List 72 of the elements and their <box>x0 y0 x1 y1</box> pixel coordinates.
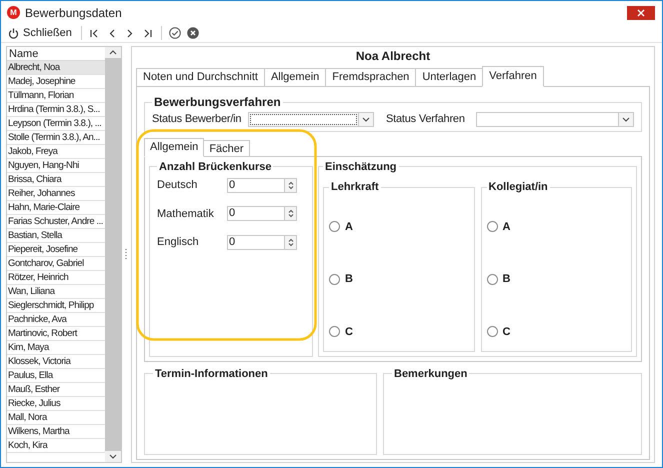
radio-option[interactable]: A <box>329 218 468 235</box>
list-row[interactable]: Klossek, Victoria <box>7 355 105 369</box>
power-icon <box>8 28 19 38</box>
list-row[interactable]: Rötzer, Heinrich <box>7 271 105 285</box>
up-down-icon <box>288 238 294 247</box>
radio-option[interactable]: C <box>486 324 626 340</box>
rating-group: Lehrkraft A B C <box>323 179 474 352</box>
list-row[interactable]: Jakob, Freya <box>7 145 105 159</box>
list-row[interactable]: Nguyen, Hang-Nhi <box>7 159 105 173</box>
cancel-icon[interactable] <box>186 27 199 39</box>
app-logo: M <box>7 6 20 19</box>
list-row[interactable]: Farias Schuster, Andre ... <box>7 215 105 229</box>
field-label: Status Bewerber/in <box>152 112 242 127</box>
last-record-icon[interactable] <box>142 28 152 38</box>
radio-option[interactable]: A <box>486 218 626 235</box>
close-icon <box>637 8 645 16</box>
field-label: Deutsch <box>157 178 198 193</box>
list-row[interactable]: Kim, Maya <box>7 341 105 355</box>
list-row[interactable]: Madej, Josephine <box>7 75 105 89</box>
confirm-icon[interactable] <box>168 27 181 39</box>
list-row[interactable]: Gontcharov, Gabriel <box>7 257 105 271</box>
list-row[interactable]: Hrdina (Termin 3.8.), S... <box>7 103 105 117</box>
up-down-icon <box>288 180 294 190</box>
splitter-handle-icon[interactable] <box>125 249 128 260</box>
dropdown-field[interactable] <box>476 112 634 127</box>
number-spinner[interactable]: 0 <box>227 206 297 222</box>
tab[interactable]: Noten und Durchschnitt <box>136 68 265 87</box>
subtab[interactable]: Fächer <box>203 140 250 156</box>
list-row[interactable]: Albrecht, Noa <box>7 61 105 75</box>
up-down-icon <box>288 209 294 218</box>
chevron-down-icon <box>362 116 370 122</box>
window-title: Bewerbungsdaten <box>25 4 122 22</box>
list-row[interactable]: Stolle (Termin 3.8.), An... <box>7 131 105 145</box>
list-row[interactable]: Mall, Nora <box>7 411 105 425</box>
list-row[interactable]: Koch, Kira <box>7 439 105 453</box>
dropdown-field[interactable] <box>248 112 374 127</box>
scrollbar-thumb[interactable] <box>104 58 121 451</box>
field-label: Englisch <box>157 235 200 250</box>
radio-option[interactable]: C <box>329 324 468 340</box>
close-button[interactable] <box>627 6 655 20</box>
list-row[interactable]: Paulus, Ella <box>7 369 105 383</box>
close-toolbar-button[interactable]: Schließen <box>8 24 77 42</box>
list-row[interactable]: Mauß, Esther <box>7 383 105 397</box>
field-label: Mathematik <box>157 206 215 222</box>
list-row[interactable]: Piepereit, Josefine <box>7 243 105 257</box>
record-heading: Noa Albrecht <box>354 48 432 65</box>
tab[interactable]: Verfahren <box>482 66 544 87</box>
list-row[interactable]: Bastian, Stella <box>7 229 105 243</box>
list-row[interactable]: Brissa, Chiara <box>7 173 105 187</box>
radio-option[interactable]: B <box>486 271 626 288</box>
subtab[interactable]: Allgemein <box>144 138 204 156</box>
list-row[interactable]: Pachnicke, Ava <box>7 313 105 327</box>
first-record-icon[interactable] <box>90 28 99 38</box>
chevron-down-icon <box>622 116 630 122</box>
scroll-down-icon[interactable] <box>108 454 117 459</box>
list-row[interactable]: Tüllmann, Florian <box>7 89 105 103</box>
next-icon[interactable] <box>126 28 133 38</box>
scroll-up-icon[interactable] <box>108 50 117 55</box>
list-row[interactable]: Wan, Liliana <box>7 285 105 299</box>
list-row[interactable]: Martinovic, Robert <box>7 327 105 341</box>
list-row[interactable]: Hahn, Marie-Claire <box>7 201 105 215</box>
list-row[interactable]: Leypson (Termin 3.8.), ... <box>7 117 105 131</box>
field-label: Status Verfahren <box>386 112 466 127</box>
number-spinner[interactable]: 0 <box>227 178 297 193</box>
list-row[interactable]: Wilkens, Martha <box>7 425 105 439</box>
list-row[interactable]: Sieglerschmidt, Philipp <box>7 299 105 313</box>
previous-icon[interactable] <box>108 28 115 38</box>
rating-group: Kollegiat/in A B C <box>480 179 632 352</box>
radio-option[interactable]: B <box>329 271 468 288</box>
list-row[interactable]: Riecke, Julius <box>7 397 105 411</box>
number-spinner[interactable]: 0 <box>227 234 297 250</box>
list-row[interactable]: Reiher, Johannes <box>7 187 105 201</box>
